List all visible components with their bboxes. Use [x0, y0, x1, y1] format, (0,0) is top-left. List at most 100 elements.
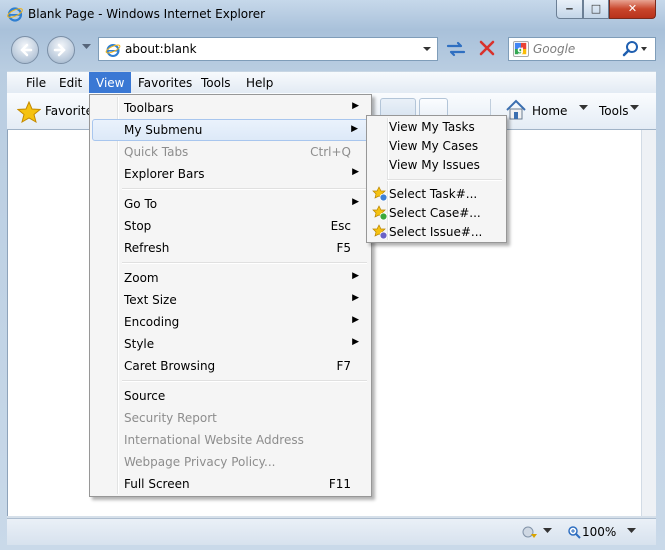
view-menu-item-go-to[interactable]: Go To ▶ [92, 193, 369, 215]
address-input[interactable]: about:blank [125, 42, 197, 56]
search-input[interactable]: Google [533, 42, 575, 56]
security-zone-icon[interactable] [521, 525, 539, 539]
menu-separator [122, 380, 367, 382]
zoom-magnifier-icon[interactable] [567, 525, 581, 539]
svg-text:g: g [517, 46, 523, 56]
google-provider-icon[interactable]: g [513, 41, 529, 57]
submenu-item-view-my-issues[interactable]: View My Issues [369, 156, 504, 175]
menu-item-label: Toolbars [124, 101, 174, 115]
search-box[interactable]: g Google [508, 37, 656, 61]
menu-item-shortcut: Ctrl+Q [310, 145, 351, 159]
view-menu-item-zoom[interactable]: Zoom ▶ [92, 267, 369, 289]
window-title: Blank Page - Windows Internet Explorer [28, 7, 266, 21]
view-menu-item-international-address[interactable]: International Website Address [92, 429, 369, 451]
menu-item-label: Explorer Bars [124, 167, 205, 181]
submenu-arrow-icon: ▶ [352, 197, 359, 207]
menu-item-shortcut: Esc [330, 219, 351, 233]
submenu-arrow-icon: ▶ [352, 315, 359, 325]
view-menu-item-stop[interactable]: Stop Esc [92, 215, 369, 237]
refresh-icon[interactable] [441, 37, 471, 61]
address-bar[interactable]: about:blank [98, 37, 438, 61]
view-menu-item-refresh[interactable]: Refresh F5 [92, 237, 369, 259]
menu-item-label: Text Size [124, 293, 177, 307]
menu-item-shortcut: F5 [336, 241, 351, 255]
close-icon: ✕ [627, 2, 638, 15]
forward-button[interactable] [47, 36, 75, 64]
minimize-icon: ‒ [565, 2, 574, 15]
stop-icon[interactable] [472, 37, 502, 61]
submenu-arrow-icon: ▶ [352, 271, 359, 281]
submenu-item-view-my-cases[interactable]: View My Cases [369, 137, 504, 156]
tools-chevron-down-icon[interactable] [630, 105, 639, 111]
submenu-arrow-icon: ▶ [352, 101, 359, 111]
recent-pages-chevron-down-icon[interactable] [82, 44, 91, 50]
zoom-level[interactable]: 100% [582, 525, 616, 539]
view-menu-item-quick-tabs[interactable]: Quick Tabs Ctrl+Q [92, 141, 369, 163]
menu-item-shortcut: F7 [336, 359, 351, 373]
menu-item-shortcut: F11 [328, 477, 351, 491]
zone-chevron-down-icon[interactable] [543, 528, 552, 534]
maximize-button[interactable]: □ [583, 0, 609, 19]
menu-item-label: Select Case#... [389, 206, 481, 220]
view-menu-item-text-size[interactable]: Text Size ▶ [92, 289, 369, 311]
menu-bar: File Edit View Favorites Tools Help [7, 71, 656, 94]
view-menu-item-encoding[interactable]: Encoding ▶ [92, 311, 369, 333]
search-magnifier-icon[interactable] [619, 40, 649, 58]
menu-item-label: View My Cases [389, 139, 479, 153]
submenu-item-view-my-tasks[interactable]: View My Tasks [369, 118, 504, 137]
menu-item-label: Refresh [124, 241, 170, 255]
menu-separator [122, 262, 367, 264]
view-menu-item-my-submenu[interactable]: My Submenu ▶ [92, 119, 369, 141]
address-chevron-down-icon[interactable] [421, 41, 433, 57]
menu-item-label: Go To [124, 197, 158, 211]
view-menu-item-toolbars[interactable]: Toolbars ▶ [92, 97, 369, 119]
issue-icon [372, 224, 388, 240]
view-menu-item-full-screen[interactable]: Full Screen F11 [92, 473, 369, 495]
back-button[interactable] [11, 36, 39, 64]
menu-item-label: Security Report [124, 411, 217, 425]
zoom-chevron-down-icon[interactable] [627, 528, 636, 534]
view-menu-item-privacy-policy[interactable]: Webpage Privacy Policy... [92, 451, 369, 473]
home-chevron-down-icon[interactable] [579, 105, 588, 111]
menu-item-label: Zoom [124, 271, 159, 285]
menu-item-label: My Submenu [124, 123, 203, 137]
menu-separator [122, 188, 367, 190]
favorites-star-icon[interactable] [17, 101, 41, 123]
submenu-arrow-icon: ▶ [352, 337, 359, 347]
close-button[interactable]: ✕ [609, 0, 656, 19]
menu-item-label: View My Tasks [389, 120, 475, 134]
minimize-button[interactable]: ‒ [556, 0, 583, 19]
menu-favorites[interactable]: Favorites [131, 72, 199, 94]
menu-help[interactable]: Help [239, 72, 280, 94]
case-icon [372, 205, 388, 221]
view-menu-item-caret-browsing[interactable]: Caret Browsing F7 [92, 355, 369, 377]
view-menu-item-security-report[interactable]: Security Report [92, 407, 369, 429]
home-icon[interactable] [505, 99, 527, 121]
back-arrow-icon [20, 43, 33, 57]
task-icon [372, 186, 388, 202]
menu-item-label: View My Issues [389, 158, 480, 172]
submenu-item-select-task[interactable]: Select Task#... [369, 185, 504, 204]
view-menu-item-source[interactable]: Source [92, 385, 369, 407]
menu-separator [387, 179, 502, 181]
view-menu-item-explorer-bars[interactable]: Explorer Bars ▶ [92, 163, 369, 185]
menu-item-label: Select Issue#... [389, 225, 483, 239]
view-menu-item-style[interactable]: Style ▶ [92, 333, 369, 355]
menu-file[interactable]: File [19, 72, 53, 94]
submenu-arrow-icon: ▶ [351, 124, 358, 134]
menu-item-label: Select Task#... [389, 187, 478, 201]
status-bar: 100% [7, 518, 656, 545]
menu-view[interactable]: View [89, 72, 132, 94]
vertical-scrollbar[interactable] [641, 130, 656, 516]
menu-item-label: Full Screen [124, 477, 190, 491]
submenu-item-select-case[interactable]: Select Case#... [369, 204, 504, 223]
menu-item-label: Style [124, 337, 155, 351]
menu-tools[interactable]: Tools [194, 72, 238, 94]
submenu-arrow-icon: ▶ [352, 167, 359, 177]
submenu-item-select-issue[interactable]: Select Issue#... [369, 223, 504, 242]
menu-item-label: International Website Address [124, 433, 304, 447]
menu-edit[interactable]: Edit [52, 72, 89, 94]
home-button[interactable]: Home [532, 104, 567, 118]
menu-item-label: Stop [124, 219, 152, 233]
tools-button[interactable]: Tools [599, 104, 629, 118]
